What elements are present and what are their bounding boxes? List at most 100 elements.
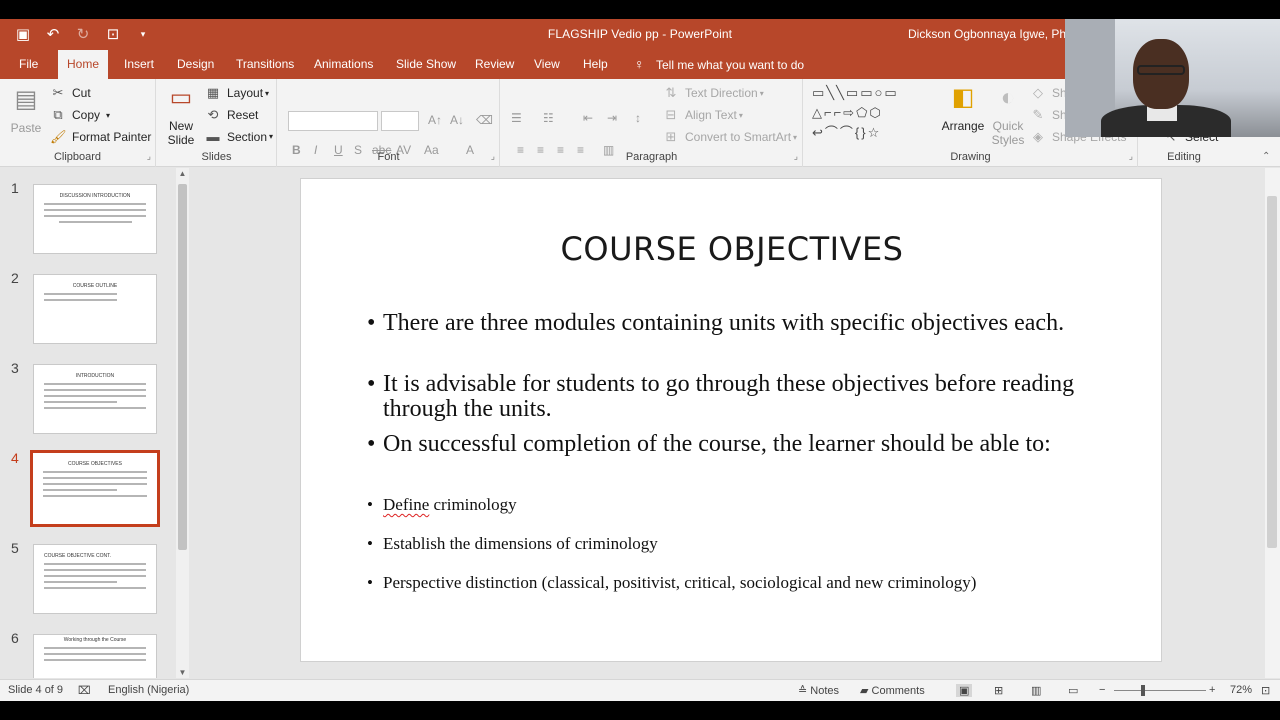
slide-thumbnail-6[interactable]: Working through the Course (33, 634, 157, 678)
scroll-thumb[interactable] (178, 184, 187, 550)
dialog-launcher-icon[interactable]: ⌟ (491, 151, 495, 162)
tab-insert[interactable]: Insert (115, 50, 163, 79)
decrease-font-size-icon[interactable]: A↓ (450, 113, 464, 127)
numbering-icon[interactable]: ☷ (543, 111, 554, 125)
scroll-down-icon[interactable]: ▼ (176, 668, 189, 677)
bullet-item[interactable]: • There are three modules containing unit… (367, 311, 1097, 336)
convert-to-smartart-button[interactable]: ⊞ Convert to SmartArt ▾ (663, 129, 798, 145)
paintbrush-icon: 🖌 (50, 129, 67, 144)
spellcheck-icon[interactable]: ⌧ (78, 684, 91, 697)
tab-animations[interactable]: Animations (305, 50, 382, 79)
sub-bullet-item[interactable]: • Establish the dimensions of criminology (367, 534, 1127, 554)
comments-button[interactable]: ▰ Comments (860, 684, 925, 697)
sub-bullet-item[interactable]: • Perspective distinction (classical, pos… (367, 573, 1127, 593)
slide-thumbnail-1[interactable]: DISCUSSION INTRODUCTION (33, 184, 157, 254)
format-painter-button[interactable]: 🖌 Format Painter (50, 129, 151, 145)
thumbnail-number: 1 (11, 180, 19, 196)
fit-to-window-icon[interactable]: ⊡ (1261, 684, 1270, 697)
collapse-ribbon-icon[interactable]: ⌃ (1262, 151, 1270, 162)
slide-thumbnail-3[interactable]: INTRODUCTION (33, 364, 157, 434)
zoom-slider-thumb[interactable] (1141, 685, 1145, 696)
spellcheck-word: Define (383, 495, 430, 514)
tab-home[interactable]: Home (58, 50, 109, 79)
tab-review[interactable]: Review (466, 50, 523, 79)
tab-transitions[interactable]: Transitions (227, 50, 303, 79)
language-status[interactable]: English (Nigeria) (108, 684, 189, 696)
arrange-button[interactable]: ◧ Arrange (940, 83, 986, 133)
zoom-in-icon[interactable]: + (1209, 684, 1215, 696)
slide-thumbnail-4-selected[interactable]: COURSE OBJECTIVES (31, 451, 159, 526)
tab-help[interactable]: Help (574, 50, 617, 79)
slide-sorter-icon[interactable]: ⊞ (994, 684, 1003, 697)
tab-design[interactable]: Design (168, 50, 223, 79)
align-text-icon: ⊟ (665, 107, 677, 122)
slide-canvas[interactable]: COURSE OBJECTIVES • There are three modul… (300, 178, 1162, 662)
smartart-icon: ⊞ (665, 129, 677, 144)
paint-bucket-icon: ◇ (1033, 85, 1043, 100)
bullets-icon[interactable]: ☰ (511, 111, 522, 125)
bullet-item[interactable]: • It is advisable for students to go thro… (367, 372, 1097, 422)
layout-button[interactable]: ▦ Layout ▾ (205, 85, 269, 101)
group-label: Slides (201, 151, 232, 163)
slide-thumbnail-5[interactable]: COURSE OBJECTIVE CONT. (33, 544, 157, 614)
bullet-item[interactable]: • On successful completion of the course,… (367, 432, 1097, 457)
zoom-level[interactable]: 72% (1230, 684, 1252, 696)
copy-button[interactable]: ⧉ Copy ▾ (50, 107, 110, 123)
tab-file[interactable]: File (10, 50, 47, 79)
group-label: Drawing (950, 151, 991, 163)
reset-button[interactable]: ⟲ Reset (205, 107, 259, 123)
font-name-combobox[interactable] (288, 111, 378, 131)
slideshow-view-icon[interactable]: ▭ (1068, 684, 1078, 697)
pen-icon: ✎ (1032, 107, 1044, 122)
webcam-overlay (1065, 19, 1280, 137)
font-size-combobox[interactable] (381, 111, 419, 131)
slide-counter: Slide 4 of 9 (8, 684, 64, 696)
paste-button[interactable]: ▤ Paste (8, 85, 44, 135)
thumbnails-scrollbar[interactable]: ▲ ▼ (176, 168, 189, 678)
text-direction-button[interactable]: ⇅ Text Direction ▾ (663, 85, 764, 101)
group-paragraph: ☰ ☷ ⇤ ⇥ ↕ ≡ ≡ ≡ ≡ ▥ ⇅ Text Direction ▾ ⊟ Al… (501, 79, 803, 167)
dialog-launcher-icon[interactable]: ⌟ (794, 151, 798, 162)
text-direction-icon: ⇅ (665, 85, 677, 100)
arrange-icon: ◧ (951, 84, 975, 111)
tab-slide-show[interactable]: Slide Show (387, 50, 465, 79)
group-label: Paragraph (625, 151, 678, 163)
line-spacing-icon[interactable]: ↕ (635, 111, 641, 125)
scroll-thumb[interactable] (1267, 196, 1277, 548)
reading-view-icon[interactable]: ▥ (1031, 684, 1041, 697)
increase-font-size-icon[interactable]: A↑ (428, 113, 442, 127)
new-slide-icon: ▭ (169, 84, 193, 111)
increase-indent-icon[interactable]: ⇥ (607, 111, 617, 125)
normal-view-icon[interactable]: ▣ (956, 684, 973, 697)
slide-scrollbar[interactable] (1265, 168, 1280, 678)
zoom-out-icon[interactable]: − (1099, 684, 1105, 696)
align-text-button[interactable]: ⊟ Align Text ▾ (663, 107, 743, 123)
new-slide-button[interactable]: ▭ New Slide (163, 83, 199, 147)
zoom-slider[interactable] (1114, 690, 1206, 691)
quick-styles-button[interactable]: ◐ Quick Styles (988, 83, 1028, 147)
scroll-up-icon[interactable]: ▲ (176, 169, 189, 178)
notes-icon: ≙ (798, 685, 811, 697)
powerpoint-window: ▣ ↶ ↻ ⊡ ▾ FLAGSHIP Vedio pp - PowerPoint… (0, 19, 1280, 701)
group-font: A↑ A↓ ⌫ B I U S abc AV Aa A Font ⌟ (278, 79, 500, 167)
tell-me-search[interactable]: ♀ Tell me what you want to do (634, 50, 804, 79)
group-clipboard: ▤ Paste ✂ Cut ⧉ Copy ▾ 🖌 Format Painter Clip… (0, 79, 156, 167)
slide-thumbnail-2[interactable]: COURSE OUTLINE (33, 274, 157, 344)
comment-icon: ▰ (860, 685, 872, 697)
tab-view[interactable]: View (525, 50, 569, 79)
sub-bullet-item[interactable]: • Define criminology (367, 495, 1127, 515)
section-button[interactable]: ▬ Section ▾ (205, 129, 274, 144)
layout-icon: ▦ (206, 85, 220, 100)
clear-formatting-icon[interactable]: ⌫ (476, 113, 493, 127)
dialog-launcher-icon[interactable]: ⌟ (147, 151, 151, 162)
decrease-indent-icon[interactable]: ⇤ (583, 111, 593, 125)
reset-icon: ⟲ (207, 107, 219, 122)
signed-in-user[interactable]: Dickson Ogbonnaya Igwe, Ph.D (908, 27, 1078, 41)
cut-button[interactable]: ✂ Cut (50, 85, 91, 101)
slide-title[interactable]: COURSE OBJECTIVES (301, 230, 1163, 268)
notes-button[interactable]: ≙ Notes (798, 684, 839, 697)
dialog-launcher-icon[interactable]: ⌟ (1129, 151, 1133, 162)
slide-thumbnails-pane: 1 DISCUSSION INTRODUCTION 2 COURSE OUTLI… (0, 168, 194, 678)
group-label: Editing (1167, 151, 1201, 163)
shapes-gallery[interactable]: ▭╲╲▭▭○▭ △⌐⌐⇨⬠⬡ ↩⌒⌒{}☆ (812, 83, 936, 143)
